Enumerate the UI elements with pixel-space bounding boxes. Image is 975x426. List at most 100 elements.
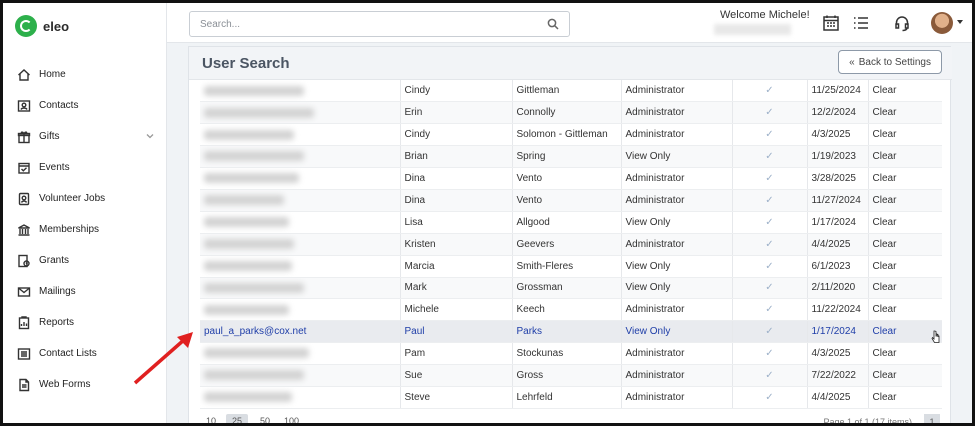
table-row[interactable]: Marcia Smith-Fleres View Only ✓ 6/1/2023 Clea… [200, 255, 942, 278]
sidebar-item-label: Mailings [39, 286, 76, 297]
clear-cell[interactable]: Clear [868, 255, 942, 278]
search-icon[interactable] [547, 18, 559, 30]
table-row[interactable]: Sue Gross Administrator ✓ 7/22/2022 Clear [200, 364, 942, 387]
clear-cell[interactable]: Clear [868, 211, 942, 234]
search-input[interactable] [200, 12, 530, 36]
sidebar-item-contact-lists[interactable]: Contact Lists [3, 338, 167, 369]
clear-cell[interactable]: Clear [868, 233, 942, 256]
table-row[interactable]: Cindy Solomon - Gittleman Administrator ✓ 4/… [200, 123, 942, 147]
email-cell[interactable] [200, 298, 401, 322]
clear-cell[interactable]: Clear [868, 167, 942, 190]
last-name-cell: Smith-Fleres [512, 255, 622, 278]
sidebar-item-gifts[interactable]: Gifts [3, 121, 167, 152]
clear-cell[interactable]: Clear [868, 277, 942, 300]
table-row[interactable]: Michele Keech Administrator ✓ 11/22/2024 Clea… [200, 298, 942, 322]
sidebar-item-memberships[interactable]: Memberships [3, 214, 167, 245]
logo[interactable]: eleo [15, 15, 69, 37]
table-row[interactable]: Steve Lehrfeld Administrator ✓ 4/4/2025 Clear [200, 386, 942, 409]
email-cell[interactable] [200, 277, 401, 300]
email-cell[interactable] [200, 211, 401, 234]
clear-cell[interactable]: Clear [868, 342, 942, 366]
checkmark-icon: ✓ [765, 173, 774, 184]
clear-cell[interactable]: Clear [868, 80, 942, 103]
sidebar-item-contacts[interactable]: Contacts [3, 90, 167, 121]
clear-cell[interactable]: Clear [868, 189, 942, 212]
role-cell: Administrator [621, 364, 733, 387]
sidebar-item-label: Home [39, 69, 66, 80]
checkmark-icon: ✓ [765, 129, 774, 141]
table-row[interactable]: Erin Connolly Administrator ✓ 12/2/2024 Clear [200, 101, 942, 125]
sidebar-item-reports[interactable]: Reports [3, 307, 167, 338]
page-size-option[interactable]: 100 [284, 416, 299, 423]
email-cell[interactable] [200, 255, 401, 278]
email-cell[interactable] [200, 167, 401, 190]
email-cell[interactable] [200, 80, 401, 103]
table-row[interactable]: Mark Grossman View Only ✓ 2/11/2020 Clear [200, 277, 942, 300]
sidebar-item-web-forms[interactable]: Web Forms [3, 369, 167, 400]
table-row[interactable]: Kristen Geevers Administrator ✓ 4/4/2025 Clea… [200, 233, 942, 256]
clear-cell[interactable]: Clear [868, 364, 942, 387]
email-cell[interactable] [200, 342, 401, 366]
first-name-cell: Kristen [400, 233, 513, 256]
email-cell[interactable] [200, 386, 401, 409]
sidebar-item-label: Events [39, 162, 70, 173]
email-cell[interactable] [200, 101, 401, 125]
welcome-text: Welcome Michele! [720, 9, 810, 21]
clear-cell[interactable]: Clear [868, 386, 942, 409]
email-cell[interactable] [200, 189, 401, 212]
first-name-cell: Dina [400, 167, 513, 190]
page-size-option[interactable]: 10 [206, 416, 216, 423]
email-cell[interactable] [200, 123, 401, 147]
clear-cell[interactable]: Clear [868, 145, 942, 169]
redacted-email [204, 370, 304, 381]
role-cell: View Only [621, 277, 733, 300]
chevron-down-icon[interactable] [145, 131, 155, 141]
table-row[interactable]: Dina Vento Administrator ✓ 11/27/2024 Clear [200, 189, 942, 212]
checkmark-icon: ✓ [765, 85, 774, 97]
sidebar-item-mailings[interactable]: Mailings [3, 276, 167, 307]
table-row[interactable]: Dina Vento Administrator ✓ 3/28/2025 Clear [200, 167, 942, 190]
mouse-pointer-icon [931, 330, 940, 343]
redacted-email [204, 151, 304, 162]
headset-icon[interactable] [893, 14, 911, 32]
page-number-button[interactable]: 1 [924, 414, 940, 423]
user-avatar[interactable] [931, 12, 953, 34]
active-check-cell: ✓ [732, 342, 808, 366]
active-check-cell: ✓ [732, 101, 808, 125]
clear-cell[interactable]: Clear [868, 298, 942, 322]
redacted-email [204, 85, 304, 96]
back-to-settings-button[interactable]: « Back to Settings [838, 50, 942, 74]
sidebar-item-grants[interactable]: Grants [3, 245, 167, 276]
table-row[interactable]: paul_a_parks@cox.net Paul Parks View Only ✓ 1… [200, 320, 942, 344]
back-button-label: Back to Settings [858, 56, 931, 68]
first-name-cell: Steve [400, 386, 513, 409]
user-table-container[interactable]: Cindy Gittleman Administrator ✓ 11/25/2024 Cl… [200, 80, 942, 410]
checkmark-icon: ✓ [765, 304, 774, 316]
table-row[interactable]: Cindy Gittleman Administrator ✓ 11/25/2024 Cl… [200, 80, 942, 103]
calendar-icon[interactable] [822, 14, 840, 32]
sidebar-item-label: Contact Lists [39, 348, 97, 359]
sidebar-item-events[interactable]: Events [3, 152, 167, 183]
caret-down-icon[interactable] [957, 20, 963, 24]
role-cell: View Only [621, 320, 733, 344]
last-login-cell: 1/17/2024 [807, 320, 869, 344]
email-cell[interactable] [200, 233, 401, 256]
sidebar-item-volunteer-jobs[interactable]: Volunteer Jobs [3, 183, 167, 214]
last-name-cell: Vento [512, 189, 622, 212]
page-size-option[interactable]: 50 [260, 416, 270, 423]
email-cell[interactable]: paul_a_parks@cox.net [200, 320, 401, 344]
table-row[interactable]: Brian Spring View Only ✓ 1/19/2023 Clear [200, 145, 942, 169]
checkmark-icon: ✓ [765, 151, 774, 163]
email-cell[interactable] [200, 364, 401, 387]
email-cell[interactable] [200, 145, 401, 169]
table-row[interactable]: Lisa Allgood View Only ✓ 1/17/2024 Clear [200, 211, 942, 234]
sidebar-item-home[interactable]: Home [3, 59, 167, 90]
first-name-cell: Dina [400, 189, 513, 212]
checkmark-icon: ✓ [765, 260, 774, 272]
task-list-icon[interactable] [852, 14, 870, 32]
page-size-option-active[interactable]: 25 [226, 414, 249, 423]
last-name-cell: Spring [512, 145, 622, 169]
table-row[interactable]: Pam Stockunas Administrator ✓ 4/3/2025 Clear [200, 342, 942, 366]
clear-cell[interactable]: Clear [868, 123, 942, 147]
clear-cell[interactable]: Clear [868, 101, 942, 125]
